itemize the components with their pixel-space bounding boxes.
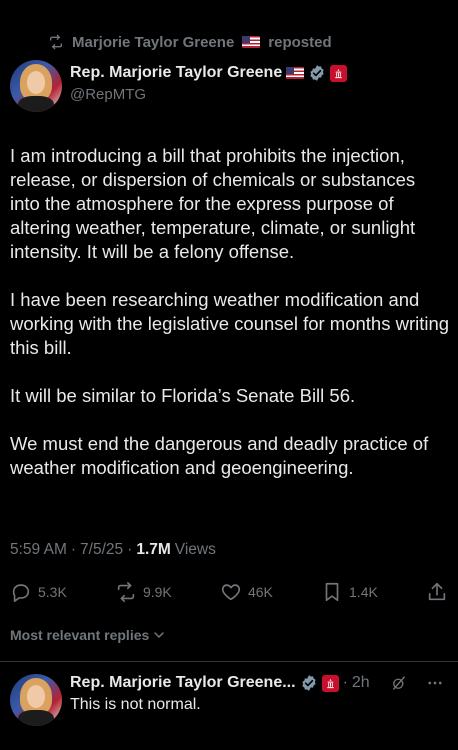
bookmark-count: 1.4K — [349, 584, 378, 600]
post-paragraph: It will be similar to Florida’s Senate B… — [10, 385, 356, 406]
post-meta: 5:59 AM · 7/5/25 · 1.7M Views — [10, 541, 216, 559]
action-bar: 5.3K 9.9K 46K 1.4K — [10, 580, 448, 604]
reply-author-name[interactable]: Rep. Marjorie Taylor Greene... — [70, 674, 296, 692]
repost-icon — [50, 34, 62, 50]
us-flag-icon — [286, 67, 305, 79]
post-body: I am introducing a bill that prohibits t… — [10, 144, 450, 504]
us-flag-icon — [242, 36, 261, 48]
meta-separator: · — [127, 541, 133, 558]
share-button[interactable] — [426, 581, 448, 603]
bookmark-icon — [325, 582, 339, 602]
post-paragraph: We must end the dangerous and deadly pra… — [10, 433, 429, 478]
verified-badge-icon[interactable] — [300, 674, 318, 692]
views-count[interactable]: 1.7M — [136, 541, 170, 559]
reply-text: This is not normal. — [70, 696, 201, 713]
post-time[interactable]: 5:59 AM — [10, 541, 67, 559]
like-button[interactable]: 46K — [220, 581, 273, 603]
reply-time[interactable]: 2h — [352, 674, 370, 692]
post-paragraph: I have been researching weather modifica… — [10, 289, 450, 358]
post-paragraph: I am introducing a bill that prohibits t… — [10, 145, 416, 262]
reply-button[interactable]: 5.3K — [10, 581, 67, 603]
reply-avatar[interactable] — [10, 674, 62, 726]
replies-sort-dropdown[interactable]: Most relevant replies — [10, 627, 165, 643]
author-handle[interactable]: @RepMTG — [70, 86, 347, 103]
avatar[interactable] — [10, 60, 62, 112]
government-badge-icon[interactable] — [330, 64, 348, 82]
divider — [0, 661, 458, 662]
heart-icon — [221, 584, 241, 601]
post-author[interactable]: Rep. Marjorie Taylor Greene @RepMTG — [70, 64, 348, 103]
reply-icon — [12, 584, 30, 602]
reply-count: 5.3K — [38, 584, 67, 600]
meta-separator: · — [70, 541, 77, 558]
grok-icon[interactable] — [390, 674, 408, 692]
share-icon — [428, 582, 446, 601]
repost-button[interactable]: 9.9K — [115, 581, 172, 603]
like-count: 46K — [247, 584, 273, 600]
government-badge-icon[interactable] — [321, 674, 339, 692]
repost-icon — [117, 582, 135, 602]
verified-badge-icon[interactable] — [308, 64, 326, 82]
replies-sort-label: Most relevant replies — [10, 627, 150, 643]
bookmark-button[interactable]: 1.4K — [321, 581, 378, 603]
views-label: Views — [174, 541, 216, 558]
reply-item[interactable]: Rep. Marjorie Taylor Greene... · 2h This… — [70, 674, 450, 714]
more-icon[interactable] — [426, 674, 444, 692]
author-name[interactable]: Rep. Marjorie Taylor Greene — [70, 64, 282, 82]
chevron-down-icon — [154, 632, 165, 639]
post-date[interactable]: 7/5/25 — [80, 541, 123, 559]
meta-separator: · — [342, 674, 348, 691]
repost-user-name[interactable]: Marjorie Taylor Greene — [72, 34, 234, 51]
repost-label: reposted — [268, 33, 332, 51]
repost-count: 9.9K — [142, 584, 172, 600]
repost-indicator[interactable]: Marjorie Taylor Greene reposted — [48, 32, 332, 52]
reply-tools — [390, 674, 444, 692]
